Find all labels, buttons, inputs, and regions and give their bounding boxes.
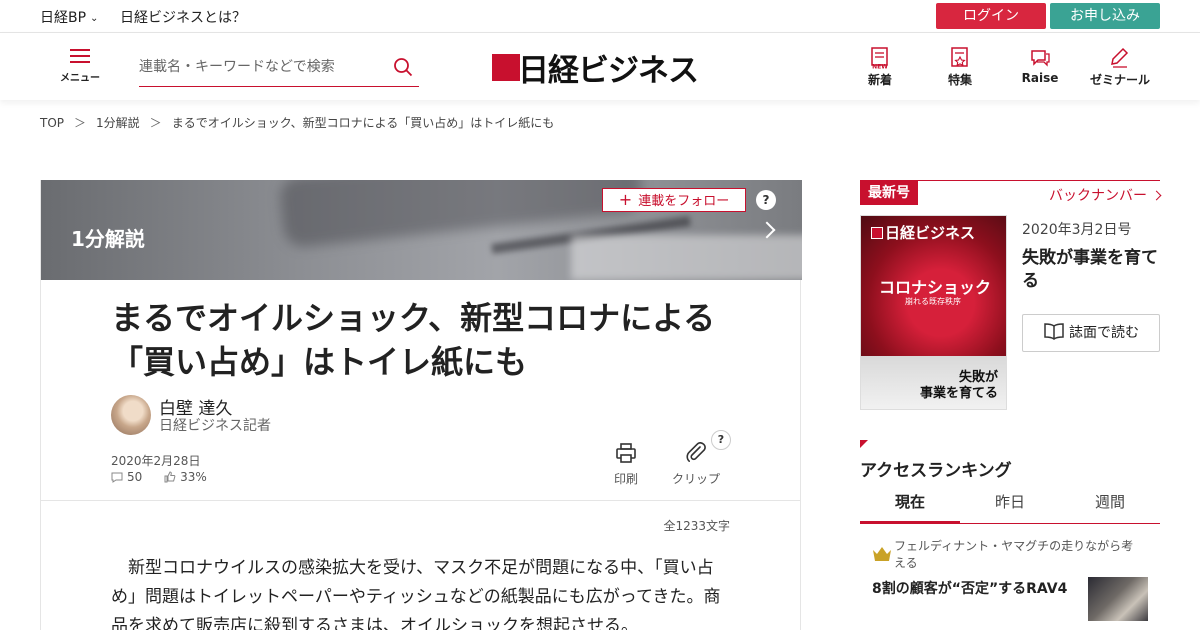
login-button[interactable]: ログイン [936, 3, 1046, 29]
apply-button[interactable]: お申し込み [1050, 3, 1160, 29]
logo-mark [492, 54, 520, 81]
nav-new-label: 新着 [867, 73, 892, 87]
cover-subhead: 崩れる既存秩序 [905, 297, 961, 306]
search-box [139, 53, 419, 87]
open-book-icon [1044, 323, 1064, 340]
print-button[interactable]: 印刷 [601, 442, 651, 487]
issue-date: 2020年3月2日号 [1022, 222, 1132, 238]
nikkei-bp-link[interactable]: 日経BP ⌄ [40, 7, 98, 27]
follow-series-button[interactable]: + 連載をフォロー [602, 188, 746, 212]
nav-raise-label: Raise [1021, 71, 1059, 85]
tab-yesterday[interactable]: 昨日 [960, 488, 1060, 524]
series-banner[interactable]: 1分解説 + 連載をフォロー ? [41, 180, 802, 280]
menu-label: メニュー [60, 73, 100, 84]
follow-label: 連載をフォロー [638, 194, 730, 209]
search-icon[interactable] [393, 57, 413, 77]
search-input[interactable] [139, 53, 379, 81]
raise-icon [1031, 50, 1050, 67]
ranking-item-headline[interactable]: 8割の顧客が“否定”するRAV4 [872, 578, 1067, 598]
new-icon: NEW [871, 47, 888, 70]
issue-title[interactable]: 失敗が事業を育てる [1022, 247, 1162, 293]
series-name: 1分解説 [71, 227, 145, 251]
printer-icon [616, 443, 636, 463]
article: 1分解説 + 連載をフォロー ? まるでオイルショック、新型コロナによる「買い占め… [40, 180, 802, 630]
nav-seminar[interactable]: ゼミナール [1085, 47, 1155, 88]
cover-headline: コロナショック [879, 278, 992, 297]
crown-icon [873, 547, 891, 561]
feature-icon [951, 47, 968, 67]
publish-date: 2020年2月28日 [111, 454, 201, 468]
tab-weekly[interactable]: 週間 [1060, 488, 1160, 524]
hamburger-icon [70, 49, 90, 63]
ranking-marker [860, 440, 868, 448]
chevron-right-icon [1151, 190, 1162, 201]
pen-icon [1111, 47, 1129, 68]
breadcrumb-top[interactable]: TOP [40, 116, 64, 130]
comment-icon [111, 472, 123, 483]
about-link[interactable]: 日経ビジネスとは？ [120, 7, 246, 27]
latest-issue-badge: 最新号 [860, 181, 918, 205]
latest-issue-header: 最新号 バックナンバー [860, 180, 1162, 205]
read-label: 誌面で読む [1069, 325, 1139, 341]
avatar[interactable] [111, 395, 151, 435]
follow-help-icon[interactable]: ? [756, 190, 776, 210]
nav-feature[interactable]: 特集 [925, 47, 995, 88]
cover-title-text: 日経ビジネス [885, 224, 976, 242]
divider [41, 500, 800, 501]
author-role: 日経ビジネス記者 [159, 418, 271, 434]
nav-new[interactable]: NEW 新着 [845, 47, 915, 88]
chevron-down-icon: ⌄ [90, 13, 99, 24]
breadcrumb: TOP ＞ 1分解説 ＞ まるでオイルショック、新型コロナによる「買い占め」はトイレ紙に… [40, 114, 554, 131]
comment-count[interactable]: 50 [127, 470, 142, 484]
article-body: 新型コロナウイルスの感染拡大を受け、マスク不足が問題になる中、「買い占め」問題は… [111, 558, 721, 630]
ranking-tabs: 現在 昨日 週間 [860, 488, 1160, 524]
paperclip-icon [686, 441, 706, 462]
clip-help-icon[interactable]: ? [711, 430, 731, 450]
logo-mark [871, 227, 883, 239]
like-percent[interactable]: 33% [180, 470, 207, 484]
clip-button[interactable]: クリップ [671, 441, 721, 487]
top-bar: 日経BP ⌄ 日経ビジネスとは？ ログイン お申し込み [0, 0, 1200, 33]
ranking-title: アクセスランキング [860, 461, 1012, 481]
breadcrumb-current: まるでオイルショック、新型コロナによる「買い占め」はトイレ紙にも [171, 116, 555, 130]
logo-text: 日経ビジネス [518, 53, 699, 89]
ranking-item-thumbnail[interactable] [1088, 577, 1148, 621]
article-stats: 50 33% [111, 470, 207, 484]
nav-raise[interactable]: Raise [1005, 47, 1075, 85]
print-label: 印刷 [613, 472, 638, 486]
breadcrumb-separator: ＞ [74, 116, 87, 130]
breadcrumb-series[interactable]: 1分解説 [96, 116, 140, 130]
site-header: メニュー 日経ビジネス NEW 新着 特集 Raise ゼミナール [0, 33, 1200, 100]
clip-label: クリップ [671, 472, 720, 486]
plus-icon: + [618, 190, 633, 209]
svg-text:NEW: NEW [872, 64, 888, 70]
back-numbers-label: バックナンバー [1049, 188, 1147, 204]
nav-feature-label: 特集 [947, 73, 972, 87]
nikkei-bp-label: 日経BP [40, 10, 87, 26]
back-numbers-link[interactable]: バックナンバー [1049, 185, 1162, 205]
tab-now[interactable]: 現在 [860, 488, 960, 524]
banner-bg-shape [571, 235, 802, 280]
ranking-item-kicker[interactable]: フェルディナント・ヤマグチの走りながら考える [894, 538, 1144, 572]
char-count: 全1233文字 [663, 519, 730, 533]
breadcrumb-separator: ＞ [149, 116, 162, 130]
article-title: まるでオイルショック、新型コロナによる「買い占め」はトイレ紙にも [111, 299, 716, 381]
menu-button[interactable]: メニュー [58, 49, 102, 84]
cover-feature-line2: 事業を育てる [919, 386, 998, 401]
magazine-cover[interactable]: 日経ビジネス コロナショック 崩れる既存秩序 失敗が 事業を育てる [860, 215, 1007, 410]
nav-seminar-label: ゼミナール [1089, 73, 1150, 87]
read-in-magazine-button[interactable]: 誌面で読む [1022, 314, 1160, 352]
thumbs-up-icon [164, 471, 176, 483]
cover-title: 日経ビジネス [871, 222, 975, 243]
